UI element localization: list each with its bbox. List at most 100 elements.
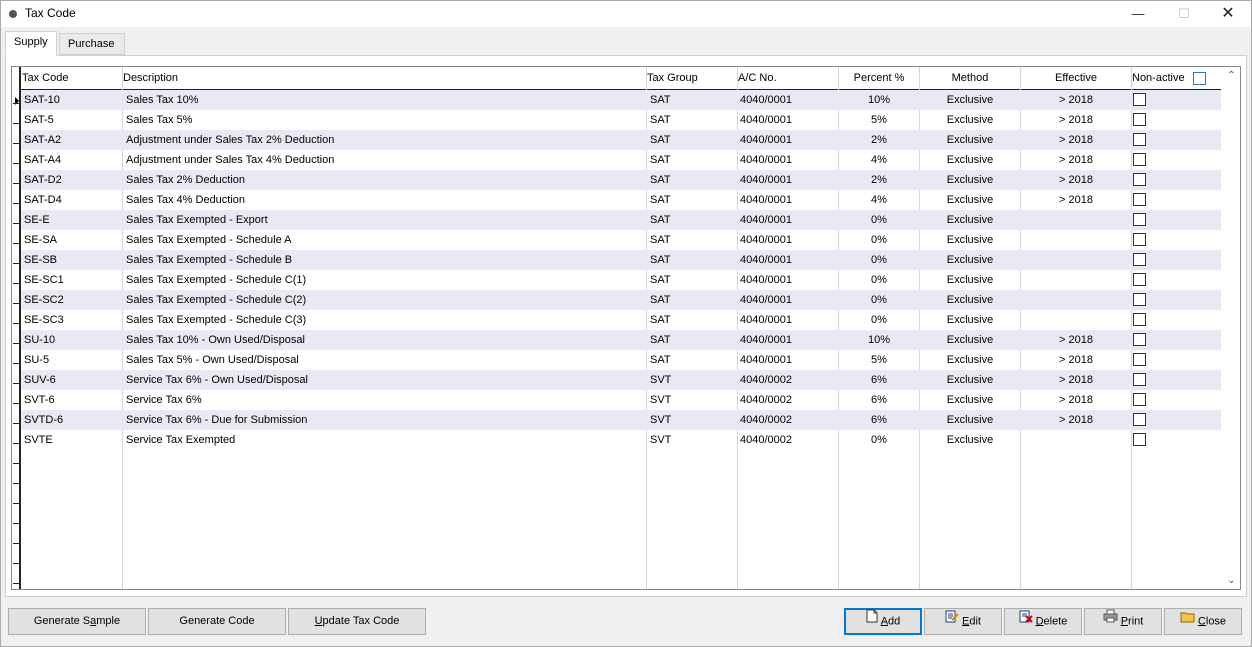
cell-ac[interactable]: 4040/0002 [740, 410, 792, 430]
cell-eff[interactable]: > 2018 [1021, 110, 1131, 130]
cell-group[interactable]: SVT [650, 390, 671, 410]
non-active-checkbox[interactable] [1133, 273, 1146, 286]
cell-ac[interactable]: 4040/0001 [740, 270, 792, 290]
cell-method[interactable]: Exclusive [920, 290, 1020, 310]
non-active-checkbox[interactable] [1133, 173, 1146, 186]
cell-desc[interactable]: Sales Tax 4% Deduction [126, 190, 245, 210]
cell-pct[interactable]: 0% [839, 230, 919, 250]
cell-group[interactable]: SAT [650, 270, 671, 290]
add-button[interactable]: Add [844, 608, 922, 635]
cell-pct[interactable]: 4% [839, 190, 919, 210]
cell-code[interactable]: SE-SC3 [24, 310, 64, 330]
table-row[interactable]: SE-E Sales Tax Exempted - Export SAT 4040/0… [21, 210, 1221, 230]
cell-group[interactable]: SAT [650, 350, 671, 370]
non-active-checkbox[interactable] [1133, 293, 1146, 306]
table-row[interactable]: SVT-6 Service Tax 6% SVT 4040/0002 6% Exclusi… [21, 390, 1221, 410]
cell-pct[interactable]: 6% [839, 370, 919, 390]
table-row[interactable]: SE-SC3 Sales Tax Exempted - Schedule C(3)… [21, 310, 1221, 330]
vertical-scrollbar[interactable]: ⌃ ⌄ [1223, 67, 1240, 589]
cell-ac[interactable]: 4040/0001 [740, 310, 792, 330]
cell-eff[interactable]: > 2018 [1021, 410, 1131, 430]
cell-desc[interactable]: Service Tax 6% - Due for Submission [126, 410, 307, 430]
cell-desc[interactable]: Sales Tax Exempted - Export [126, 210, 268, 230]
scroll-down-button[interactable]: ⌄ [1223, 572, 1240, 589]
tab-supply[interactable]: Supply [5, 31, 57, 56]
cell-group[interactable]: SVT [650, 370, 671, 390]
cell-eff[interactable]: > 2018 [1021, 150, 1131, 170]
cell-code[interactable]: SAT-A2 [24, 130, 61, 150]
cell-eff[interactable]: > 2018 [1021, 330, 1131, 350]
table-row[interactable]: SE-SA Sales Tax Exempted - Schedule A SAT 4… [21, 230, 1221, 250]
cell-desc[interactable]: Sales Tax Exempted - Schedule B [126, 250, 292, 270]
non-active-checkbox[interactable] [1133, 333, 1146, 346]
cell-group[interactable]: SAT [650, 190, 671, 210]
header-description[interactable]: Description [123, 67, 178, 89]
non-active-checkbox[interactable] [1133, 413, 1146, 426]
cell-code[interactable]: SE-SC1 [24, 270, 64, 290]
cell-group[interactable]: SAT [650, 310, 671, 330]
non-active-checkbox[interactable] [1133, 393, 1146, 406]
cell-code[interactable]: SVTD-6 [24, 410, 63, 430]
generate-sample-button[interactable]: Generate Sample [8, 608, 146, 635]
header-method[interactable]: Method [920, 67, 1020, 89]
cell-method[interactable]: Exclusive [920, 230, 1020, 250]
cell-group[interactable]: SAT [650, 290, 671, 310]
close-button[interactable]: Close [1164, 608, 1242, 635]
cell-code[interactable]: SAT-D4 [24, 190, 62, 210]
cell-pct[interactable]: 0% [839, 310, 919, 330]
header-tax-group[interactable]: Tax Group [647, 67, 698, 89]
cell-pct[interactable]: 4% [839, 150, 919, 170]
cell-method[interactable]: Exclusive [920, 390, 1020, 410]
generate-code-button[interactable]: Generate Code [148, 608, 286, 635]
cell-desc[interactable]: Sales Tax Exempted - Schedule A [126, 230, 292, 250]
update-tax-code-button[interactable]: Update Tax Code [288, 608, 426, 635]
cell-group[interactable]: SAT [650, 150, 671, 170]
cell-group[interactable]: SVT [650, 410, 671, 430]
cell-code[interactable]: SU-5 [24, 350, 49, 370]
cell-ac[interactable]: 4040/0001 [740, 230, 792, 250]
non-active-checkbox[interactable] [1133, 253, 1146, 266]
cell-code[interactable]: SE-SC2 [24, 290, 64, 310]
table-row[interactable]: SVTE Service Tax Exempted SVT 4040/0002 0% Ex… [21, 430, 1221, 450]
non-active-checkbox[interactable] [1133, 213, 1146, 226]
cell-code[interactable]: SAT-10 [24, 90, 60, 110]
cell-ac[interactable]: 4040/0001 [740, 90, 792, 110]
cell-pct[interactable]: 6% [839, 410, 919, 430]
cell-pct[interactable]: 0% [839, 270, 919, 290]
cell-code[interactable]: SE-E [24, 210, 50, 230]
non-active-checkbox[interactable] [1133, 113, 1146, 126]
non-active-checkbox[interactable] [1133, 133, 1146, 146]
cell-group[interactable]: SAT [650, 130, 671, 150]
cell-code[interactable]: SVT-6 [24, 390, 55, 410]
table-row[interactable]: SUV-6 Service Tax 6% - Own Used/Disposal S… [21, 370, 1221, 390]
cell-pct[interactable]: 2% [839, 170, 919, 190]
scroll-up-button[interactable]: ⌃ [1223, 67, 1240, 84]
maximize-button[interactable]: ☐ [1161, 1, 1207, 27]
cell-eff[interactable] [1021, 250, 1131, 270]
cell-pct[interactable]: 6% [839, 390, 919, 410]
cell-code[interactable]: SAT-D2 [24, 170, 62, 190]
cell-ac[interactable]: 4040/0001 [740, 190, 792, 210]
non-active-checkbox[interactable] [1133, 193, 1146, 206]
cell-code[interactable]: SVTE [24, 430, 53, 450]
cell-ac[interactable]: 4040/0001 [740, 350, 792, 370]
cell-method[interactable]: Exclusive [920, 130, 1020, 150]
cell-eff[interactable]: > 2018 [1021, 130, 1131, 150]
print-button[interactable]: Print [1084, 608, 1162, 635]
header-non-active[interactable]: Non-active [1132, 67, 1185, 89]
cell-pct[interactable]: 0% [839, 250, 919, 270]
cell-desc[interactable]: Service Tax 6% - Own Used/Disposal [126, 370, 308, 390]
non-active-checkbox[interactable] [1133, 153, 1146, 166]
cell-desc[interactable]: Adjustment under Sales Tax 2% Deduction [126, 130, 334, 150]
cell-desc[interactable]: Sales Tax 5% - Own Used/Disposal [126, 350, 299, 370]
table-row[interactable]: SAT-D4 Sales Tax 4% Deduction SAT 4040/0001… [21, 190, 1221, 210]
cell-group[interactable]: SAT [650, 90, 671, 110]
table-row[interactable]: SE-SC1 Sales Tax Exempted - Schedule C(1)… [21, 270, 1221, 290]
cell-method[interactable]: Exclusive [920, 210, 1020, 230]
minimize-button[interactable]: — [1115, 1, 1161, 27]
cell-desc[interactable]: Sales Tax Exempted - Schedule C(1) [126, 270, 306, 290]
cell-group[interactable]: SVT [650, 430, 671, 450]
cell-eff[interactable]: > 2018 [1021, 190, 1131, 210]
cell-desc[interactable]: Sales Tax 5% [126, 110, 192, 130]
cell-pct[interactable]: 5% [839, 110, 919, 130]
